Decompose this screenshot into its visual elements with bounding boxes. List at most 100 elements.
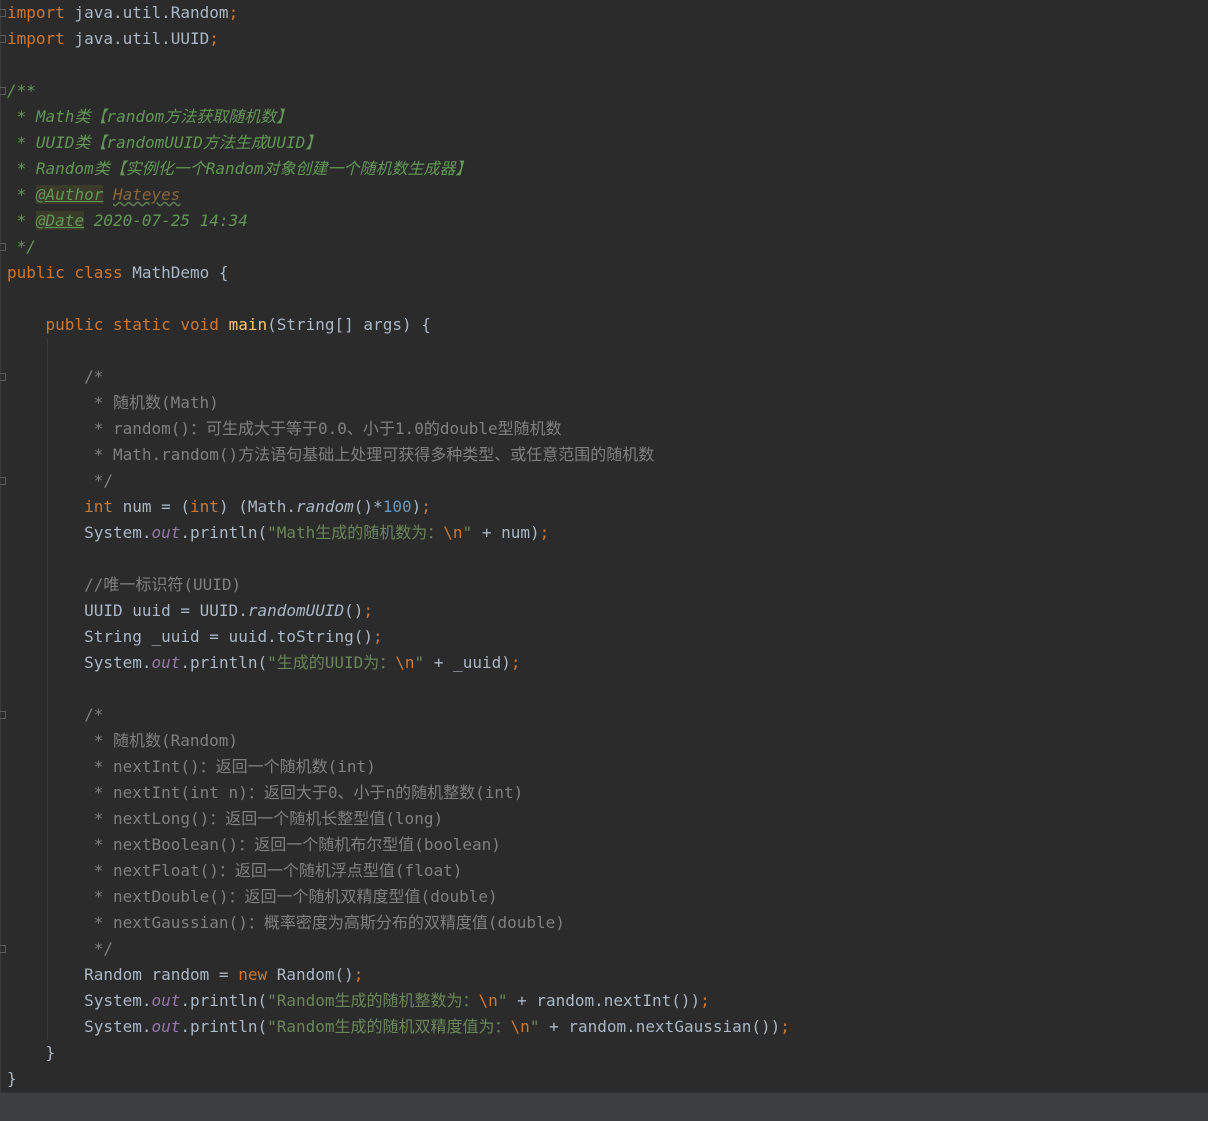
code-line[interactable]: */ [0, 468, 790, 494]
code-token: out [151, 991, 181, 1010]
code-editor[interactable]: import java.util.Random; import java.util… [0, 0, 1208, 1092]
code-token: MathDemo { [122, 263, 229, 282]
code-line[interactable]: System.out.println("Random生成的随机双精度值为：\n"… [7, 1014, 790, 1040]
code-token: \n [478, 991, 498, 1010]
code-token: out [151, 653, 181, 672]
code-token: System. [7, 523, 152, 542]
code-token: * nextBoolean()：返回一个随机布尔型值(boolean) [7, 835, 501, 854]
code-line[interactable]: int num = (int) (Math.random()*100); [7, 494, 790, 520]
code-line[interactable]: * Math类【random方法获取随机数】 [7, 104, 790, 130]
code-token: .println( [180, 1017, 268, 1036]
code-token: * random()：可生成大于等于0.0、小于1.0的double型随机数 [7, 419, 562, 438]
code-line[interactable]: * UUID类【randomUUID方法生成UUID】 [7, 130, 790, 156]
code-line[interactable]: public class MathDemo { [7, 260, 790, 286]
code-token: ) [411, 497, 422, 516]
code-line[interactable]: ​ [7, 52, 790, 78]
code-line[interactable]: * 随机数(Random) [7, 728, 790, 754]
code-line[interactable]: * @Date 2020-07-25 14:34 [7, 208, 790, 234]
code-line[interactable]: ​ [7, 286, 790, 312]
code-line[interactable]: /* [0, 702, 790, 728]
gutter [0, 0, 1, 1092]
code-line[interactable]: } [7, 1066, 790, 1092]
code-line[interactable]: */ [0, 936, 790, 962]
code-token: */ [7, 471, 113, 490]
code-token: public class [7, 263, 123, 282]
code-token: num = ( [112, 497, 191, 516]
code-token: " [462, 523, 473, 542]
code-token: 2020-07-25 14:34 [84, 211, 248, 230]
code-token: @Author [35, 185, 104, 204]
code-token: int [190, 497, 219, 516]
code-token: * nextDouble()：返回一个随机双精度型值(double) [7, 887, 498, 906]
fold-marker-icon[interactable] [0, 243, 6, 251]
fold-marker-icon[interactable] [0, 373, 6, 381]
code-line[interactable]: import java.util.UUID; [0, 26, 790, 52]
code-token: \n [443, 523, 463, 542]
code-line[interactable]: public static void main(String[] args) { [7, 312, 790, 338]
code-token: ; [209, 29, 219, 48]
code-line[interactable]: //唯一标识符(UUID) [7, 572, 790, 598]
code-line[interactable]: System.out.println("生成的UUID为：\n" + _uuid… [7, 650, 790, 676]
code-line[interactable]: * nextGaussian()：概率密度为高斯分布的双精度值(double) [7, 910, 790, 936]
code-token: int [84, 497, 113, 516]
code-line[interactable]: ​ [7, 546, 790, 572]
code-token: ; [539, 523, 550, 542]
code-token: } [7, 1069, 17, 1088]
fold-marker-icon[interactable] [0, 945, 6, 953]
code-token: ) (Math. [218, 497, 296, 516]
code-token: + _uuid) [424, 653, 511, 672]
code-token: () [344, 601, 364, 620]
horizontal-scrollbar-area[interactable] [0, 1092, 1208, 1121]
code-line[interactable]: import java.util.Random; [0, 0, 790, 26]
code-token: out [151, 1017, 181, 1036]
code-line[interactable]: * Math.random()方法语句基础上处理可获得多种类型、或任意范围的随机… [7, 442, 790, 468]
fold-marker-icon[interactable] [0, 711, 6, 719]
fold-marker-icon[interactable] [0, 35, 6, 43]
code-line[interactable]: * @Author Hateyes [7, 182, 790, 208]
code-token: import [7, 29, 65, 48]
code-line[interactable]: } [7, 1040, 790, 1066]
code-line[interactable]: * nextDouble()：返回一个随机双精度型值(double) [7, 884, 790, 910]
code-line[interactable]: * nextInt()：返回一个随机数(int) [7, 754, 790, 780]
fold-marker-icon[interactable] [0, 87, 6, 95]
code-line[interactable]: /** [0, 78, 790, 104]
code-token: Random() [267, 965, 354, 984]
fold-marker-icon[interactable] [0, 9, 6, 17]
code-token: ; [700, 991, 710, 1010]
code-token: @Date [35, 211, 85, 230]
code-line[interactable]: * 随机数(Math) [7, 390, 790, 416]
code-line[interactable]: String _uuid = uuid.toString(); [7, 624, 790, 650]
code-line[interactable]: * Random类【实例化一个Random对象创建一个随机数生成器】 [7, 156, 790, 182]
code-line[interactable]: * nextFloat()：返回一个随机浮点型值(float) [7, 858, 790, 884]
code-line[interactable]: /* [0, 364, 790, 390]
code-token: " [414, 653, 425, 672]
code-token: ()* [353, 497, 383, 516]
code-line[interactable]: * random()：可生成大于等于0.0、小于1.0的double型随机数 [7, 416, 790, 442]
code-token: ; [510, 653, 521, 672]
code-line[interactable]: Random random = new Random(); [7, 962, 790, 988]
code-line[interactable]: */ [0, 234, 790, 260]
code-token: java.util.UUID [64, 29, 210, 48]
code-lines[interactable]: import java.util.Random; import java.util… [0, 0, 790, 1092]
code-token: "Random生成的随机整数为： [267, 991, 479, 1010]
fold-marker-icon[interactable] [0, 477, 6, 485]
code-token: */ [7, 939, 113, 958]
code-line[interactable]: ​ [7, 338, 790, 364]
code-line[interactable]: System.out.println("Math生成的随机数为：\n" + nu… [7, 520, 790, 546]
code-line[interactable]: UUID uuid = UUID.randomUUID(); [7, 598, 790, 624]
code-token: ; [421, 497, 431, 516]
code-token: * nextInt()：返回一个随机数(int) [7, 757, 376, 776]
code-line[interactable]: * nextLong()：返回一个随机长整型值(long) [7, 806, 790, 832]
code-token: "Random生成的随机双精度值为： [267, 1017, 511, 1036]
code-line[interactable]: * nextBoolean()：返回一个随机布尔型值(boolean) [7, 832, 790, 858]
code-line[interactable]: * nextInt(int n)：返回大于0、小于n的随机整数(int) [7, 780, 790, 806]
code-line[interactable]: ​ [7, 676, 790, 702]
code-token: out [151, 523, 181, 542]
code-token: * nextFloat()：返回一个随机浮点型值(float) [7, 861, 463, 880]
code-token: UUID uuid = UUID. [7, 601, 248, 620]
code-token: } [7, 1043, 56, 1062]
code-line[interactable]: System.out.println("Random生成的随机整数为：\n" +… [7, 988, 790, 1014]
code-token: System. [7, 1017, 152, 1036]
code-token: ; [373, 627, 383, 646]
indent-guide [47, 338, 48, 1040]
